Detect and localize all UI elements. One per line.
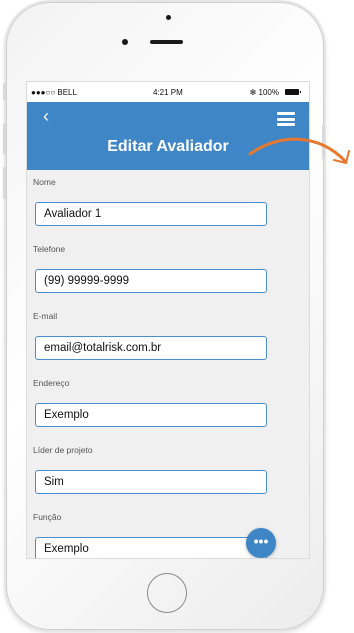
- more-icon[interactable]: •••: [246, 528, 276, 558]
- role-input[interactable]: [35, 537, 267, 558]
- project-leader-label: Líder de projeto: [33, 445, 93, 455]
- menu-line: [277, 112, 295, 115]
- volume-down-button: [3, 167, 6, 199]
- status-bar: ●●●○○ BELL 4:21 PM ✻ 100%: [27, 82, 309, 102]
- chevron-left-icon[interactable]: ‹: [43, 106, 49, 126]
- hamburger-menu-icon[interactable]: [277, 112, 295, 126]
- email-input[interactable]: [35, 336, 267, 360]
- proximity-sensor: [166, 15, 171, 20]
- front-camera: [122, 39, 128, 45]
- phone-input[interactable]: [35, 269, 267, 293]
- menu-line: [277, 123, 295, 126]
- silent-switch: [3, 83, 6, 101]
- role-label: Função: [33, 512, 62, 522]
- evaluator-form: Nome Telefone E-mail Endereço Líder de p…: [27, 170, 309, 558]
- address-label: Endereço: [33, 378, 70, 388]
- pointer-arrow-icon: [248, 137, 350, 164]
- home-button[interactable]: [147, 573, 187, 613]
- address-input[interactable]: [35, 403, 267, 427]
- volume-up-button: [3, 123, 6, 155]
- project-leader-input[interactable]: [35, 470, 267, 494]
- arrow-shaft: [248, 137, 348, 164]
- name-input[interactable]: [35, 202, 267, 226]
- earpiece-speaker: [150, 40, 183, 44]
- battery-label: ✻ 100%: [249, 88, 279, 97]
- status-time: 4:21 PM: [153, 88, 183, 97]
- phone-label: Telefone: [33, 244, 66, 254]
- battery-icon: [285, 89, 301, 95]
- menu-line: [277, 117, 295, 121]
- email-label: E-mail: [33, 311, 58, 321]
- phone-frame: ●●●○○ BELL 4:21 PM ✻ 100% ‹ Editar Avali…: [3, 2, 325, 630]
- carrier-label: ●●●○○ BELL: [31, 88, 77, 97]
